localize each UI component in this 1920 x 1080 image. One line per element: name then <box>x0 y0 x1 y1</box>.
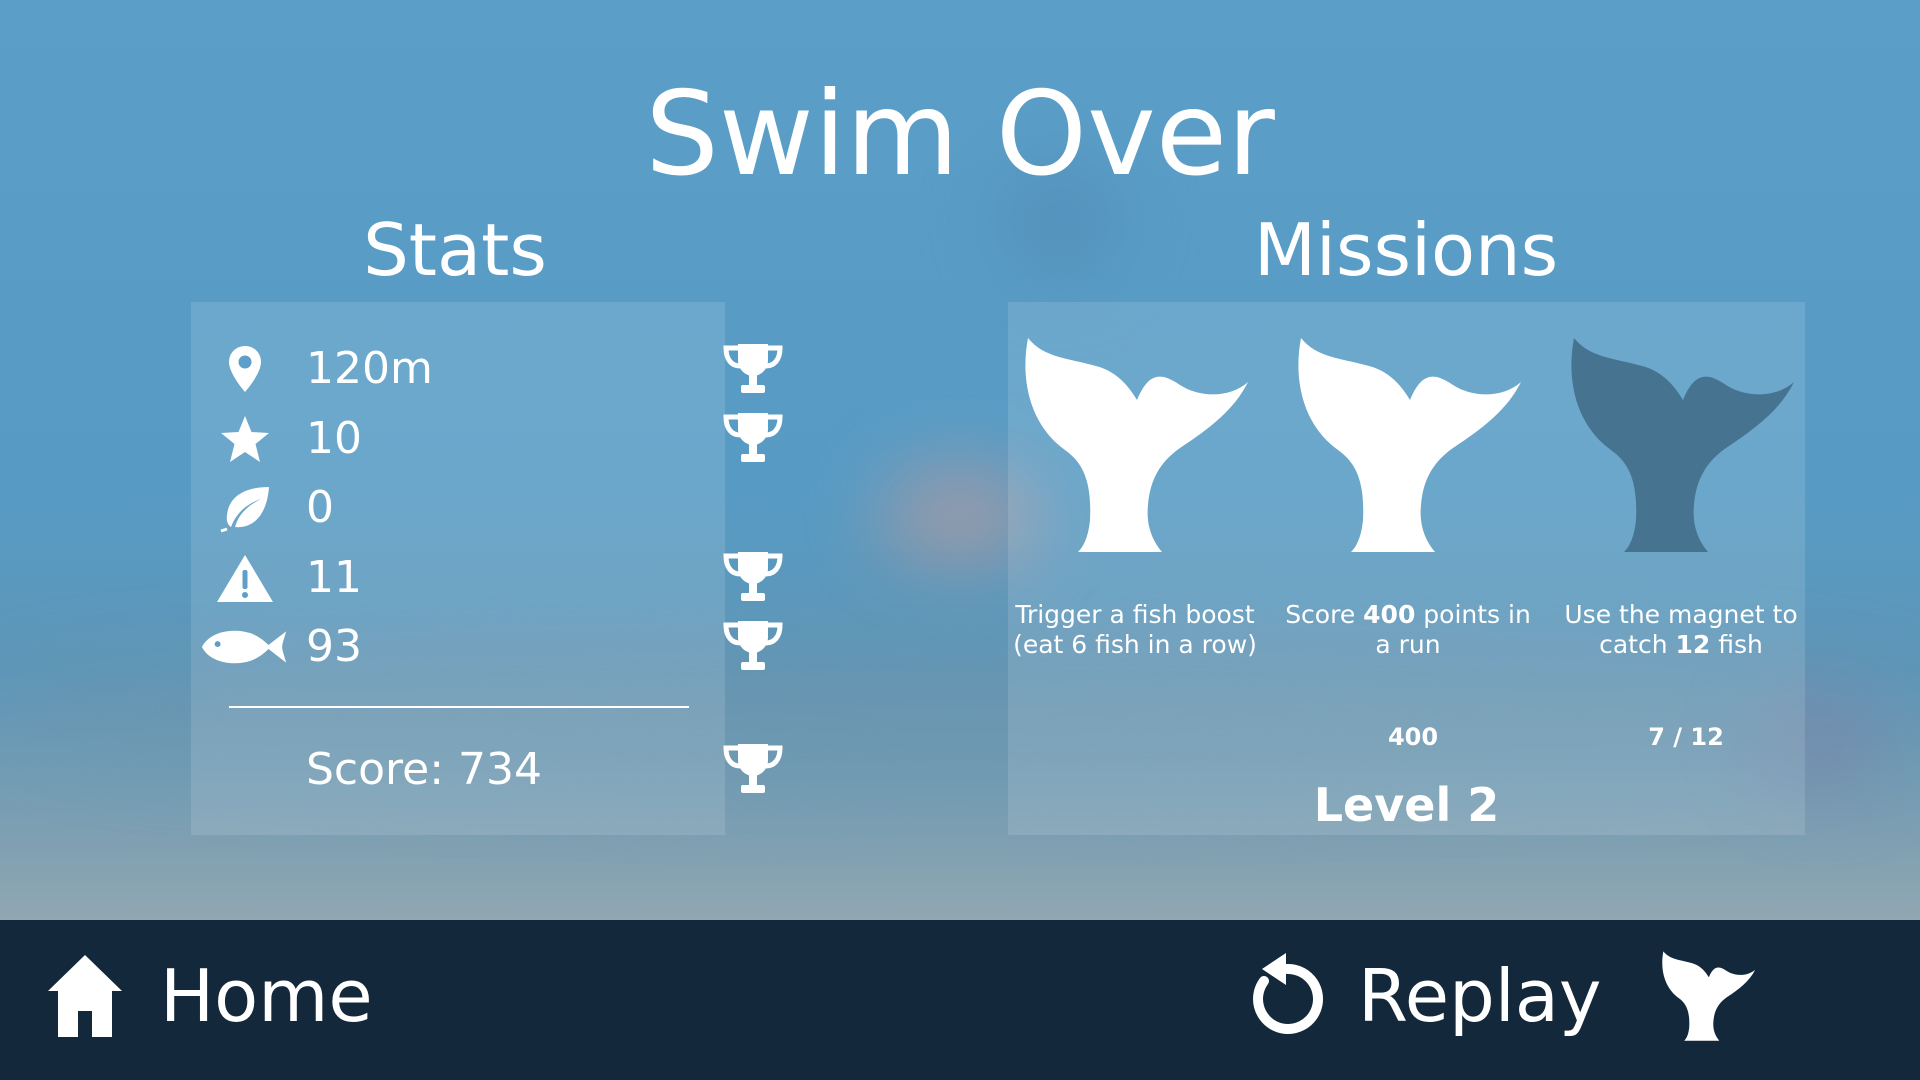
whale-tail-icon <box>1025 338 1248 552</box>
bottom-bar: Home Replay <box>0 920 1920 1080</box>
level-label: Level 2 <box>1313 778 1500 832</box>
trophy-icon <box>723 621 783 670</box>
page-title: Swim Over <box>645 67 1275 202</box>
star-icon <box>200 409 290 469</box>
missions-heading: Missions <box>1253 208 1559 292</box>
stat-value-leaves: 0 <box>306 482 334 533</box>
stat-value-stars: 10 <box>306 413 362 464</box>
leaf-icon <box>200 478 290 538</box>
replay-icon <box>1253 953 1323 1034</box>
mission-description: Use the magnet to catch 12 fish <box>1564 600 1798 659</box>
trophy-icon <box>723 552 783 601</box>
warning-icon <box>200 548 290 608</box>
replay-label: Replay <box>1358 954 1602 1038</box>
stat-value-hazards: 11 <box>306 552 362 603</box>
home-button[interactable]: Home <box>46 951 373 1041</box>
trophy-icon <box>723 344 783 393</box>
home-label: Home <box>160 954 373 1038</box>
trophy-icon <box>723 744 783 793</box>
mission-progress: 400 <box>1387 723 1439 751</box>
stats-divider <box>229 706 689 708</box>
whale-tail-icon <box>1571 338 1794 552</box>
stat-value-fish: 93 <box>306 621 362 672</box>
replay-button[interactable]: Replay <box>1246 951 1602 1041</box>
mission-progress: 7 / 12 <box>1648 723 1724 751</box>
trophy-icon <box>723 413 783 462</box>
mission-description: Score 400 points in a run <box>1285 600 1531 659</box>
whale-tail-icon[interactable] <box>1660 948 1756 1042</box>
stat-value-distance: 120m <box>306 343 433 394</box>
fish-icon <box>200 617 290 677</box>
stats-heading: Stats <box>363 208 547 292</box>
location-pin-icon <box>200 339 290 399</box>
score-label: Score: 734 <box>306 744 543 795</box>
whale-tail-icon <box>1298 338 1521 552</box>
home-icon <box>48 955 122 1037</box>
mission-description: Trigger a fish boost (eat 6 fish in a ro… <box>1013 600 1257 659</box>
